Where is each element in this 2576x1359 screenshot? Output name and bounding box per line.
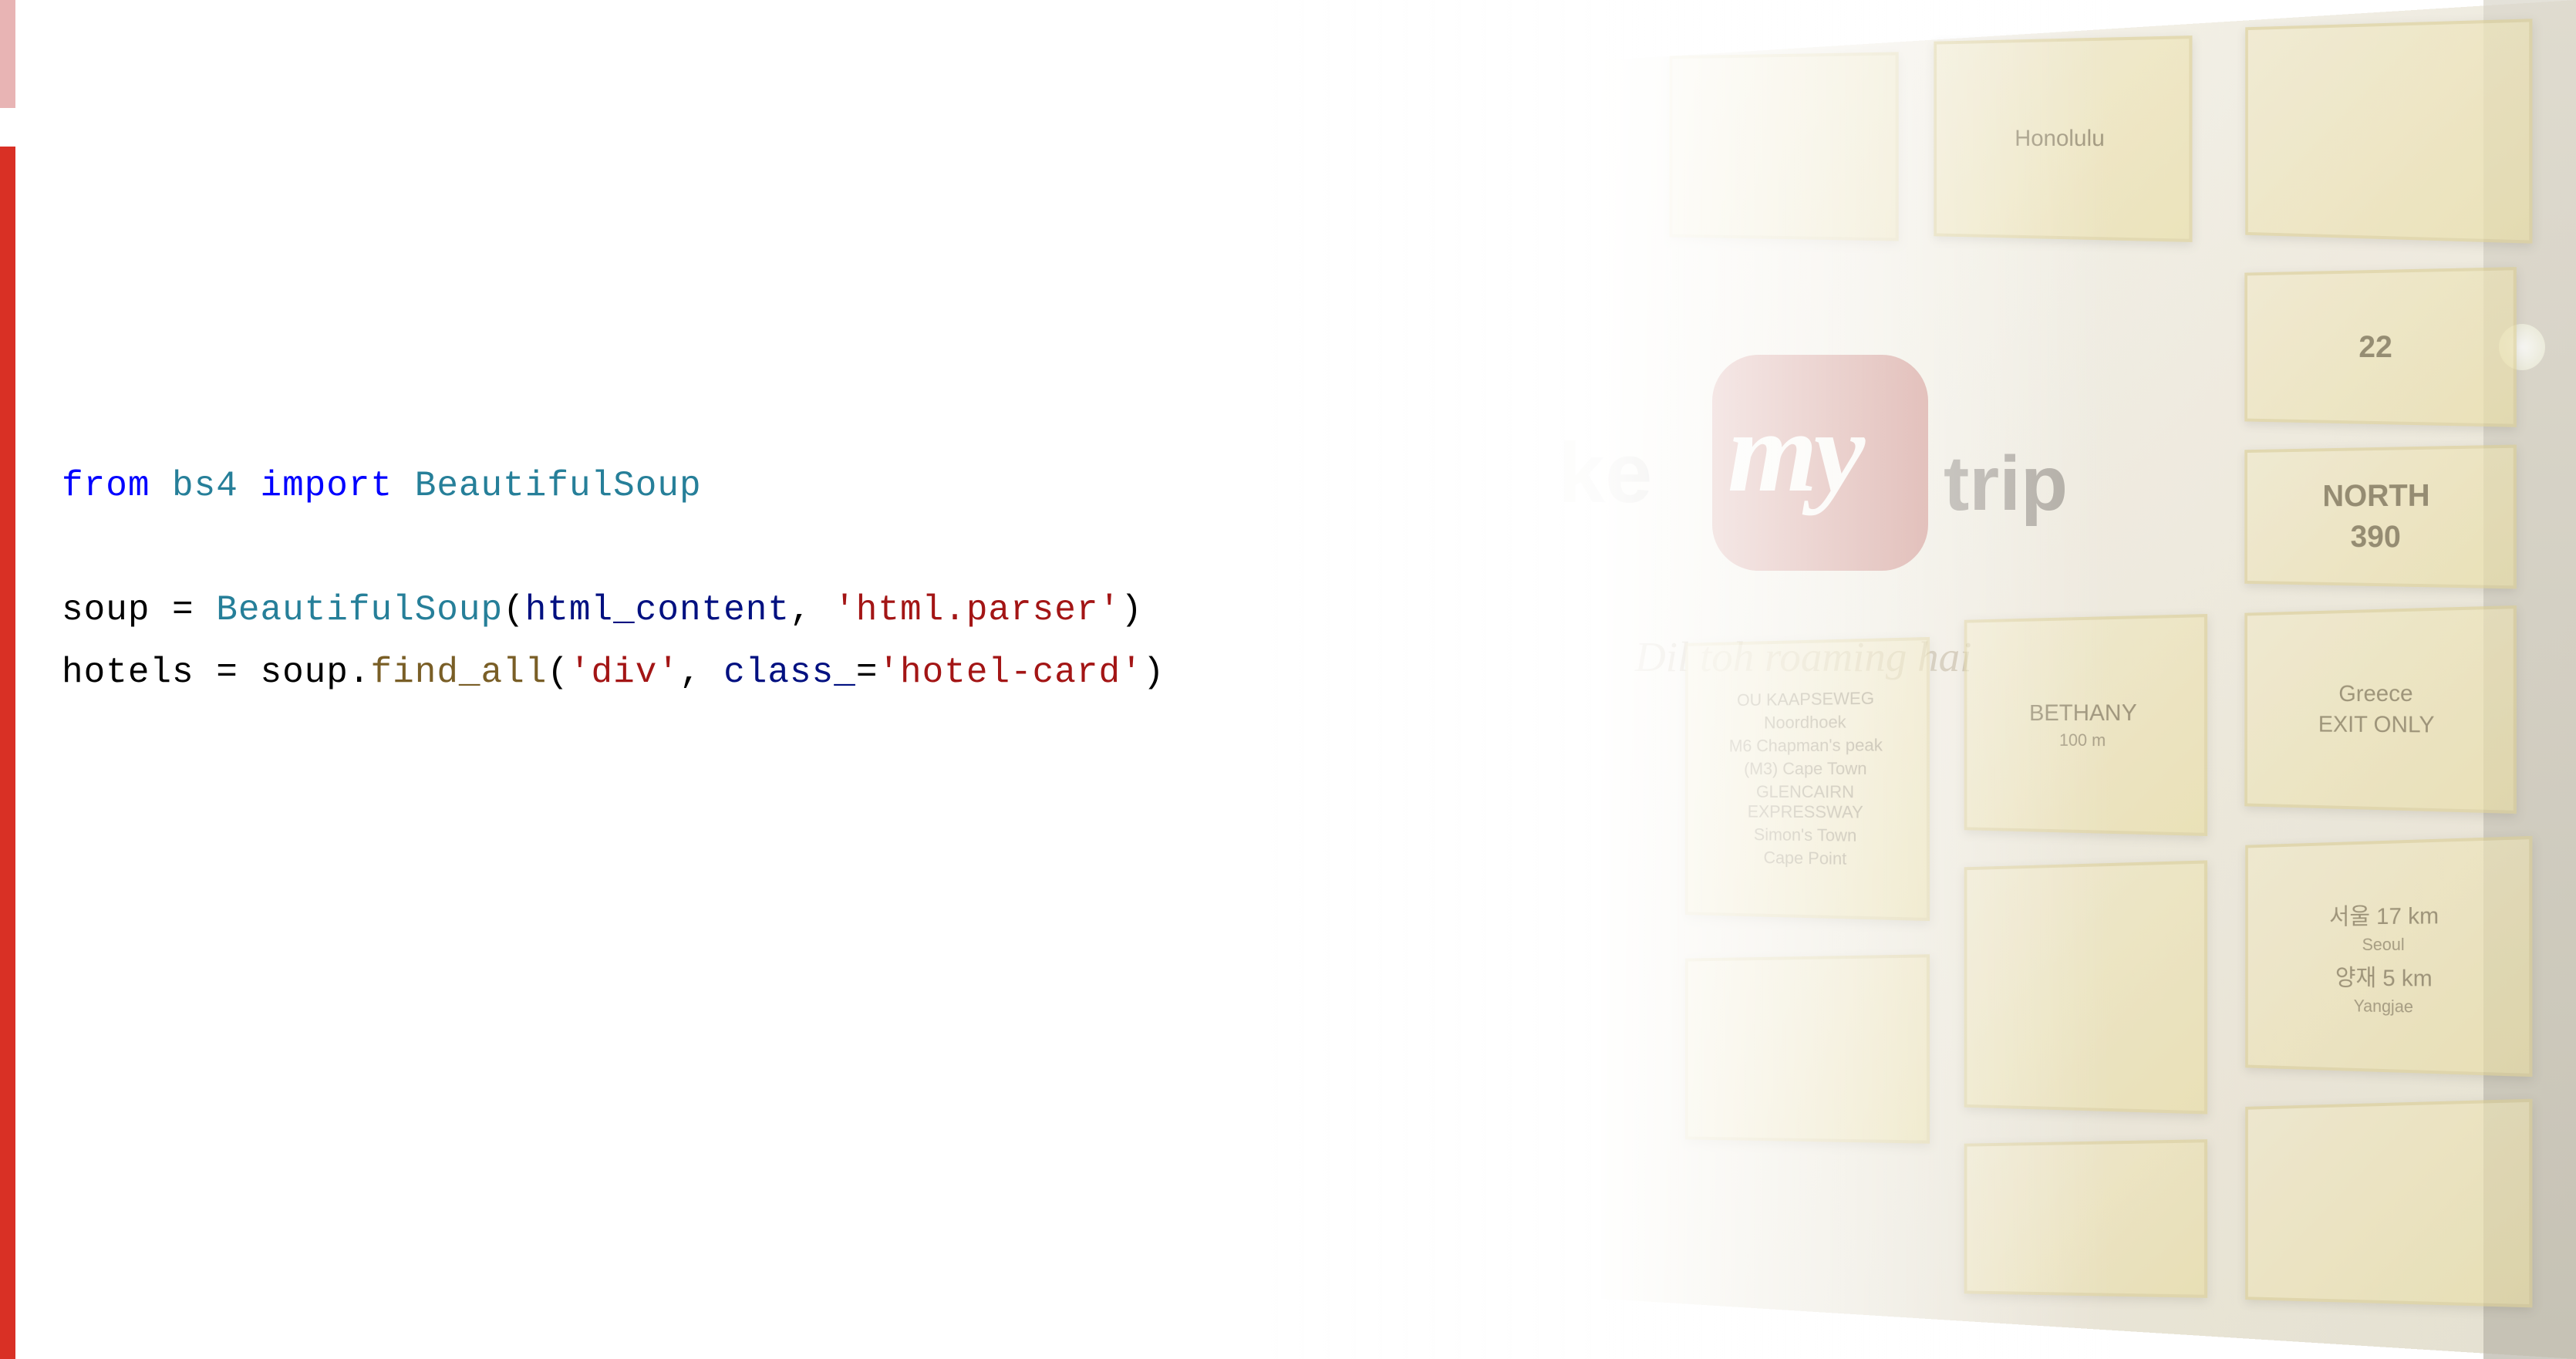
logo-prefix-text: ke [1558,424,1652,522]
sign-text: Simon's Town [1754,825,1856,845]
code-paren: ( [547,653,569,693]
code-class: BeautifulSoup [216,590,503,630]
logo-script-text: my [1728,386,1861,518]
sign-text: Greece [2338,681,2412,707]
logo-suffix-text: trip [1944,440,2068,528]
code-operator: = [172,590,194,630]
road-sign: NORTH 390 [2244,445,2517,589]
road-sign [2245,19,2532,244]
code-comma: , [790,590,812,630]
code-string: 'hotel-card' [878,653,1142,693]
code-paren: ) [1143,653,1165,693]
code-paren: ( [503,590,525,630]
sign-text: 22 [2359,329,2392,364]
sign-text: 양재 5 km [2335,959,2433,993]
code-dot: . [349,653,371,693]
code-comma: , [679,653,702,693]
road-sign [2245,1099,2532,1308]
code-operator: = [856,653,878,693]
road-sign [1685,954,1930,1143]
sign-text: BETHANY [2029,700,2137,727]
sign-text: (M3) Cape Town [1744,759,1866,779]
sign-text: OU KAAPSEWEG [1737,689,1874,711]
sign-text: 390 [2351,520,2401,555]
road-sign: 서울 17 km Seoul 양재 5 km Yangjae [2245,836,2532,1077]
code-method: find_all [371,653,548,693]
sign-text: Cape Point [1763,848,1846,869]
code-string: 'div' [569,653,679,693]
road-sign [1964,1139,2207,1298]
road-sign: Greece EXIT ONLY [2244,605,2517,814]
sign-text: EXIT ONLY [2318,712,2435,739]
code-operator: = [216,653,238,693]
sign-text: Noordhoek [1764,712,1846,733]
code-paren: ) [1121,590,1143,630]
sign-text: M6 Chapman's peak [1729,735,1883,756]
code-param: html_content [525,590,790,630]
slide-accent-bar [0,147,15,1359]
code-keyword: import [260,466,393,506]
code-class: BeautifulSoup [415,466,702,506]
code-kwarg: class_ [723,653,856,693]
code-string: 'html.parser' [834,590,1121,630]
code-module: bs4 [172,466,238,506]
sign-text: GLENCAIRN EXPRESSWAY [1699,782,1914,823]
road-sign: 22 [2244,267,2517,427]
road-sign: OU KAAPSEWEG Noordhoek M6 Chapman's peak… [1685,637,1930,921]
sign-text: Yangjae [2354,996,2413,1017]
code-keyword: from [62,466,150,506]
road-sign [1964,860,2207,1114]
sign-text: NORTH [2322,478,2429,514]
code-variable: soup [62,590,150,630]
road-sign: BETHANY 100 m [1964,614,2207,836]
slide-accent-top [0,0,15,108]
road-sign: Honolulu [1934,35,2192,242]
code-variable: hotels [62,653,194,693]
sign-text: Seoul [2362,935,2405,955]
sign-text: 100 m [2059,730,2106,750]
code-snippet: from bs4 import BeautifulSoup soup = Bea… [62,455,1165,703]
road-sign [1669,52,1898,241]
sign-text: Honolulu [2015,126,2105,152]
sign-text: 서울 17 km [2329,896,2439,932]
code-object: soup [260,653,348,693]
